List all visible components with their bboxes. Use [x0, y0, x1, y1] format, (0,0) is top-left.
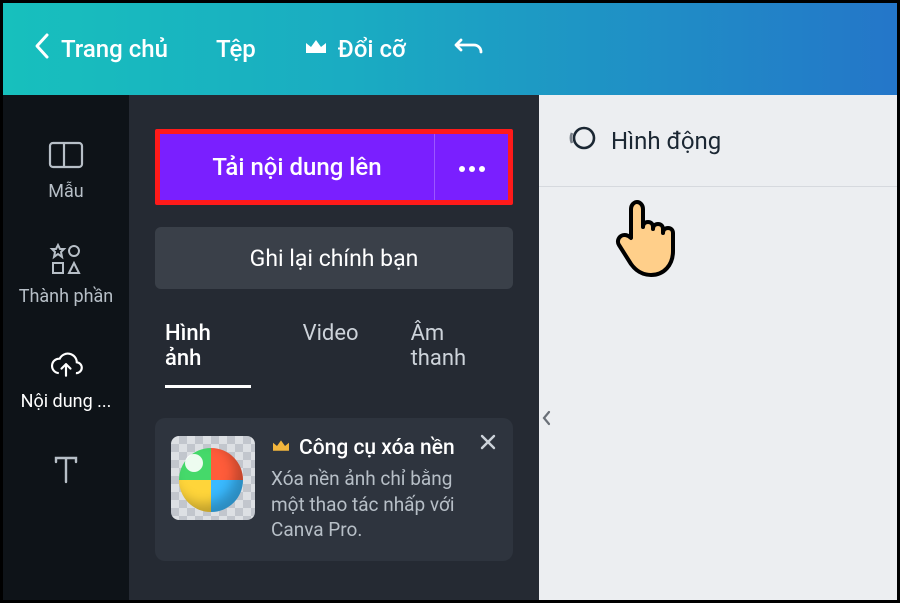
canvas-toolbar: Hình động [539, 95, 897, 187]
sidebar-item-label: Mẫu [48, 181, 83, 202]
main-area: Mẫu Thành phần Nội dung ... Tải nội dung… [3, 95, 897, 600]
nav-home-label: Trang chủ [61, 35, 168, 63]
nav-resize-label: Đổi cỡ [338, 35, 406, 63]
promo-description: Xóa nền ảnh chỉ bằng một thao tác nhấp v… [271, 466, 463, 543]
upload-cloud-icon [48, 347, 84, 383]
cursor-hand-icon [609, 193, 681, 281]
nav-back-home[interactable]: Trang chủ [33, 32, 168, 66]
panel-collapse-handle[interactable] [541, 408, 553, 433]
sidebar-item-uploads[interactable]: Nội dung ... [3, 347, 129, 412]
animate-button[interactable]: Hình động [611, 127, 721, 155]
upload-button-group: Tải nội dung lên [155, 129, 513, 205]
promo-text: Công cụ xóa nền Xóa nền ảnh chỉ bằng một… [271, 436, 463, 543]
record-button-label: Ghi lại chính bạn [250, 245, 419, 272]
tab-audio[interactable]: Âm thanh [411, 321, 503, 388]
upload-panel: Tải nội dung lên Ghi lại chính bạn Hình … [129, 95, 539, 600]
templates-icon [48, 137, 84, 173]
promo-card[interactable]: Công cụ xóa nền Xóa nền ảnh chỉ bằng một… [155, 418, 513, 561]
text-icon [48, 452, 84, 488]
upload-tabs: Hình ảnh Video Âm thanh [155, 321, 513, 388]
promo-close-button[interactable] [479, 432, 497, 457]
record-yourself-button[interactable]: Ghi lại chính bạn [155, 227, 513, 289]
dots-icon [456, 158, 488, 177]
close-icon [479, 432, 497, 457]
animate-icon [567, 123, 597, 159]
tab-label: Hình ảnh [165, 321, 211, 371]
sidebar-item-label: Thành phần [19, 286, 114, 307]
tab-label: Video [303, 321, 359, 346]
elements-icon [48, 242, 84, 278]
canvas-pane: Hình động [539, 95, 897, 600]
beachball-icon [179, 448, 243, 512]
nav-resize[interactable]: Đổi cỡ [304, 35, 406, 63]
sidebar-item-templates[interactable]: Mẫu [3, 137, 129, 202]
sidebar-item-label: Nội dung ... [21, 391, 112, 412]
upload-more-button[interactable] [434, 134, 508, 200]
undo-icon [454, 34, 484, 64]
tab-images[interactable]: Hình ảnh [165, 321, 251, 388]
crown-icon [304, 35, 328, 63]
nav-file[interactable]: Tệp [216, 35, 256, 63]
tab-video[interactable]: Video [303, 321, 359, 388]
upload-button[interactable]: Tải nội dung lên [160, 134, 434, 200]
promo-title-row: Công cụ xóa nền [271, 436, 463, 460]
crown-icon [271, 436, 291, 460]
upload-button-label: Tải nội dung lên [212, 153, 381, 181]
nav-file-label: Tệp [216, 35, 256, 63]
tab-label: Âm thanh [411, 321, 467, 371]
promo-title-label: Công cụ xóa nền [299, 436, 455, 460]
sidebar-item-text[interactable] [3, 452, 129, 488]
sidebar: Mẫu Thành phần Nội dung ... [3, 95, 129, 600]
topbar: Trang chủ Tệp Đổi cỡ [3, 3, 897, 95]
sidebar-item-elements[interactable]: Thành phần [3, 242, 129, 307]
nav-undo[interactable] [454, 34, 484, 64]
chevron-left-icon [33, 32, 51, 66]
promo-thumbnail [171, 436, 255, 520]
